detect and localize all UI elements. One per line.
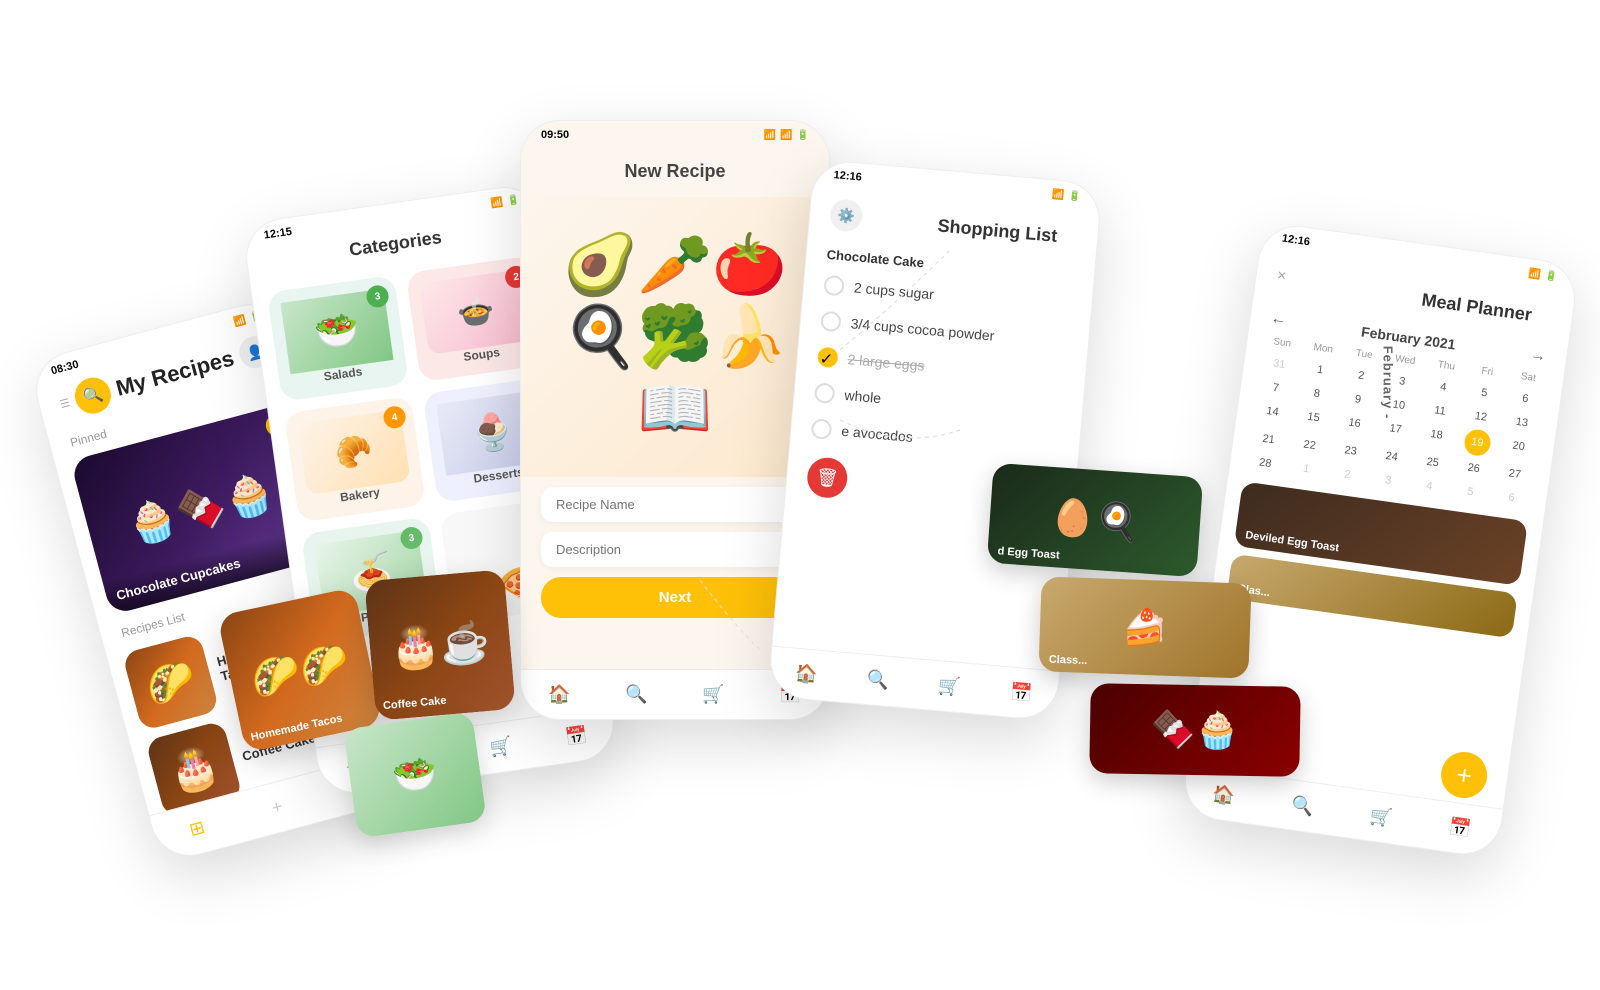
recipe-hero-illustration: 🥑🥕🍅🍳🥦🍌📖 <box>521 197 829 477</box>
deviled-egg-toast-image: 🥚🍳 d Egg Toast <box>987 463 1203 577</box>
classic-label-scattered: Class... <box>1049 654 1088 667</box>
cal-day-next-1[interactable]: 1 <box>1285 455 1327 482</box>
chocolate-image-scattered: 🍫🧁 <box>1089 683 1301 777</box>
cal-day-27[interactable]: 27 <box>1494 460 1536 487</box>
cal-day-20[interactable]: 20 <box>1497 433 1540 464</box>
search-button[interactable]: 🔍 <box>71 374 115 418</box>
add-nav-icon[interactable]: + <box>269 796 285 819</box>
cal-day-21[interactable]: 21 <box>1248 426 1290 453</box>
time-2: 12:15 <box>263 226 293 242</box>
classic-image-scattered: 🍰 Class... <box>1038 576 1251 678</box>
recipe-name-input[interactable] <box>541 487 809 522</box>
status-icons-2: 📶🔋 <box>490 194 520 210</box>
cal-day-15[interactable]: 15 <box>1292 404 1335 435</box>
cal-day-4[interactable]: 4 <box>1422 374 1464 401</box>
status-bar-3: 09:50 📶📶🔋 <box>521 121 829 146</box>
item-text-1: 3/4 cups cocoa powder <box>850 315 995 343</box>
cal-day-11[interactable]: 11 <box>1419 397 1461 424</box>
bn5-home[interactable]: 🏠 <box>1211 783 1236 807</box>
checkbox-4[interactable] <box>811 418 833 440</box>
cal-prev-arrow[interactable]: ← <box>1269 310 1287 330</box>
bn5-search[interactable]: 🔍 <box>1290 794 1315 818</box>
cal-day-19-today[interactable]: 19 <box>1463 428 1492 457</box>
cal-day-24[interactable]: 24 <box>1371 443 1413 470</box>
shop-avatar: ⚙️ <box>829 198 864 233</box>
cal-day-1[interactable]: 1 <box>1299 356 1341 383</box>
bn5-shop[interactable]: 🛒 <box>1369 805 1394 829</box>
item-text-2: 2 large eggs <box>847 351 925 374</box>
checkbox-1[interactable] <box>820 311 842 333</box>
bn4-shop[interactable]: 🛒 <box>937 675 961 698</box>
item-text-4: e avocados <box>841 423 914 445</box>
shop-nav-2[interactable]: 🛒 <box>488 735 513 759</box>
item-text-3: whole <box>844 387 882 406</box>
status-icons-5: 📶🔋 <box>1528 267 1558 283</box>
cal-day-31[interactable]: 31 <box>1258 351 1300 378</box>
time-3: 09:50 <box>541 129 569 141</box>
cal-day-7[interactable]: 7 <box>1255 374 1297 401</box>
cal-day-next-3[interactable]: 3 <box>1367 467 1409 494</box>
food-ingredients-illustration: 🥑🥕🍅🍳🥦🍌📖 <box>563 229 787 445</box>
cal-day-next-5[interactable]: 5 <box>1449 478 1491 505</box>
cal-day-22[interactable]: 22 <box>1289 432 1331 459</box>
february-label: February - <box>1381 346 1396 420</box>
delete-button[interactable]: 🗑 <box>806 456 849 499</box>
coffee-cake-card-scattered: 🎂☕ Coffee Cake <box>364 569 516 721</box>
item-text-0: 2 cups sugar <box>853 279 934 302</box>
bn4-cal[interactable]: 📅 <box>1009 682 1033 705</box>
cal-day-16[interactable]: 16 <box>1333 410 1376 441</box>
cal-day-6[interactable]: 6 <box>1504 385 1546 412</box>
salad-card-scattered: 🥗 <box>343 711 487 838</box>
cal-day-next-6[interactable]: 6 <box>1490 484 1532 511</box>
next-button[interactable]: Next <box>541 577 809 618</box>
bn3-home[interactable]: 🏠 <box>548 684 570 705</box>
cal-day-18[interactable]: 18 <box>1415 421 1458 452</box>
cal-day-5[interactable]: 5 <box>1463 379 1505 406</box>
bn4-search[interactable]: 🔍 <box>866 669 890 692</box>
bn5-cal[interactable]: 📅 <box>1447 816 1472 840</box>
bn4-home[interactable]: 🏠 <box>794 663 818 686</box>
tacos-thumb: 🌮 <box>122 633 220 731</box>
cal-next-arrow[interactable]: → <box>1529 346 1547 366</box>
cal-day-28[interactable]: 28 <box>1244 450 1286 477</box>
time-5: 12:16 <box>1281 232 1311 248</box>
cal-day-14[interactable]: 14 <box>1251 398 1294 429</box>
meal-entry-1-label: Deviled Egg Toast <box>1245 529 1340 554</box>
cal-day-9[interactable]: 9 <box>1337 386 1379 413</box>
cal-nav-2[interactable]: 📅 <box>564 725 589 749</box>
time-1: 08:30 <box>50 358 80 377</box>
cal-day-17[interactable]: 17 <box>1374 415 1417 446</box>
home-nav-icon[interactable]: ⊞ <box>187 817 207 841</box>
recipe-desc-input[interactable] <box>541 532 809 567</box>
checkbox-3[interactable] <box>814 382 836 404</box>
status-icons-4: 📶🔋 <box>1051 188 1081 202</box>
cal-day-26[interactable]: 26 <box>1453 455 1495 482</box>
shopping-title: Shopping List <box>916 199 1079 259</box>
new-recipe-title: New Recipe <box>521 146 829 197</box>
time-4: 12:16 <box>833 169 862 183</box>
cal-day-13[interactable]: 13 <box>1501 409 1543 436</box>
meal-close-icon[interactable]: ✕ <box>1276 268 1288 283</box>
cal-day-25[interactable]: 25 <box>1412 449 1454 476</box>
checkbox-0[interactable] <box>823 275 845 297</box>
cal-day-next-2[interactable]: 2 <box>1326 461 1368 488</box>
cal-day-2[interactable]: 2 <box>1340 362 1382 389</box>
checkbox-2[interactable]: ✓ <box>817 347 839 369</box>
category-bakery[interactable]: 4 🥐 Bakery <box>284 396 426 523</box>
cal-day-12[interactable]: 12 <box>1460 403 1502 430</box>
add-meal-fab[interactable]: + <box>1438 749 1490 801</box>
filter-icon: ☰ <box>58 396 71 411</box>
cal-day-23[interactable]: 23 <box>1330 437 1372 464</box>
status-icons-3: 📶📶🔋 <box>764 129 809 141</box>
bn3-search[interactable]: 🔍 <box>625 684 647 705</box>
cal-day-next-4[interactable]: 4 <box>1408 473 1450 500</box>
bn3-shop[interactable]: 🛒 <box>702 684 724 705</box>
category-salads[interactable]: 3 🥗 Salads <box>267 275 409 402</box>
cal-day-8[interactable]: 8 <box>1296 380 1338 407</box>
